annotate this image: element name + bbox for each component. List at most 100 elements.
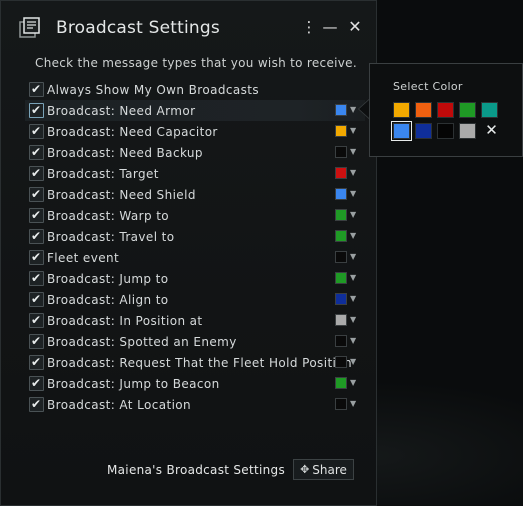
broadcast-checkbox[interactable]: ✔ [29,292,44,307]
checkmark-icon: ✔ [31,124,42,138]
broadcast-checkbox[interactable]: ✔ [29,397,44,412]
color-swatch [335,377,347,389]
broadcast-checkbox[interactable]: ✔ [29,187,44,202]
broadcast-label: Broadcast: Align to [47,292,169,307]
chevron-down-icon: ▼ [350,294,357,303]
color-option[interactable] [393,102,410,118]
share-button[interactable]: ✥ Share [293,459,354,480]
color-dropdown[interactable]: ▼ [335,188,361,201]
broadcast-label: Fleet event [47,250,120,265]
broadcast-label: Broadcast: Need Backup [47,145,203,160]
broadcast-label: Broadcast: Need Capacitor [47,124,218,139]
broadcast-row[interactable]: ✔ Broadcast: Request That the Fleet Hold … [25,352,365,373]
broadcast-row[interactable]: ✔ Broadcast: Jump to Beacon ▼ [25,373,365,394]
color-swatch [335,104,347,116]
checkmark-icon: ✔ [31,166,42,180]
color-option[interactable] [481,102,498,118]
color-option[interactable] [459,102,476,118]
broadcast-label: Broadcast: In Position at [47,313,203,328]
broadcast-row[interactable]: ✔ Broadcast: Target ▼ [25,163,365,184]
chevron-down-icon: ▼ [350,231,357,240]
broadcast-checkbox[interactable]: ✔ [29,355,44,370]
color-option[interactable] [415,123,432,139]
chevron-down-icon: ▼ [350,189,357,198]
broadcast-label: Broadcast: Jump to [47,271,169,286]
settings-name: Maiena's Broadcast Settings [107,463,286,477]
broadcast-label: Broadcast: Need Armor [47,103,196,118]
move-arrows-icon: ✥ [300,463,310,476]
color-dropdown[interactable]: ▼ [335,230,361,243]
color-option[interactable] [437,102,454,118]
color-swatch [335,356,347,368]
broadcast-checkbox[interactable]: ✔ [29,313,44,328]
color-dropdown[interactable]: ▼ [335,335,361,348]
broadcast-checkbox[interactable]: ✔ [29,166,44,181]
broadcast-label: Always Show My Own Broadcasts [47,82,259,97]
title-bar[interactable]: Broadcast Settings ⋮ — ✕ [1,1,378,53]
color-dropdown[interactable]: ▼ [335,209,361,222]
checkmark-icon: ✔ [31,313,42,327]
broadcast-checkbox[interactable]: ✔ [29,250,44,265]
color-dropdown[interactable]: ▼ [335,146,361,159]
picker-pointer [359,100,369,118]
checkmark-icon: ✔ [31,103,42,117]
checkmark-icon: ✔ [31,145,42,159]
broadcast-checkbox[interactable]: ✔ [29,334,44,349]
broadcast-row[interactable]: ✔ Broadcast: Need Shield ▼ [25,184,365,205]
broadcast-row[interactable]: ✔ Broadcast: Need Backup ▼ [25,142,365,163]
checkmark-icon: ✔ [31,82,42,96]
chevron-down-icon: ▼ [350,378,357,387]
color-dropdown[interactable]: ▼ [335,377,361,390]
broadcast-row[interactable]: ✔ Broadcast: Need Capacitor ▼ [25,121,365,142]
broadcast-checkbox[interactable]: ✔ [29,376,44,391]
broadcast-checkbox[interactable]: ✔ [29,271,44,286]
broadcast-checkbox[interactable]: ✔ [29,208,44,223]
checkmark-icon: ✔ [31,208,42,222]
broadcast-checkbox[interactable]: ✔ [29,103,44,118]
color-option[interactable] [415,102,432,118]
broadcast-row[interactable]: ✔ Broadcast: Warp to ▼ [25,205,365,226]
color-option[interactable] [437,123,454,139]
broadcast-checkbox[interactable]: ✔ [29,229,44,244]
clear-color-icon[interactable]: ✕ [483,122,500,138]
chevron-down-icon: ▼ [350,210,357,219]
color-dropdown[interactable]: ▼ [335,251,361,264]
checkmark-icon: ✔ [31,250,42,264]
broadcast-row[interactable]: ✔ Fleet event ▼ [25,247,365,268]
broadcast-checkbox[interactable]: ✔ [29,124,44,139]
broadcast-row[interactable]: ✔ Broadcast: Travel to ▼ [25,226,365,247]
checkmark-icon: ✔ [31,376,42,390]
minimize-icon[interactable]: — [321,17,339,37]
broadcast-row[interactable]: ✔ Broadcast: Align to ▼ [25,289,365,310]
color-swatch [335,314,347,326]
chevron-down-icon: ▼ [350,315,357,324]
checkmark-icon: ✔ [31,187,42,201]
color-option[interactable] [391,121,412,141]
color-dropdown[interactable]: ▼ [335,272,361,285]
color-dropdown[interactable]: ▼ [335,314,361,327]
color-dropdown[interactable]: ▼ [335,398,361,411]
broadcast-row[interactable]: ✔ Broadcast: Spotted an Enemy ▼ [25,331,365,352]
color-dropdown[interactable]: ▼ [335,125,361,138]
broadcast-row[interactable]: ✔ Broadcast: Jump to ▼ [25,268,365,289]
color-swatch [335,335,347,347]
color-swatch [335,398,347,410]
broadcast-row[interactable]: ✔ Broadcast: Need Armor ▼ [25,100,365,121]
chevron-down-icon: ▼ [350,252,357,261]
color-dropdown[interactable]: ▼ [335,293,361,306]
chevron-down-icon: ▼ [350,273,357,282]
more-vertical-icon[interactable]: ⋮ [300,17,318,37]
broadcast-row[interactable]: ✔ Always Show My Own Broadcasts [25,79,365,100]
color-option[interactable] [459,123,476,139]
color-swatch [335,188,347,200]
color-dropdown[interactable]: ▼ [335,167,361,180]
broadcast-checkbox[interactable]: ✔ [29,82,44,97]
broadcast-checkbox[interactable]: ✔ [29,145,44,160]
chevron-down-icon: ▼ [350,357,357,366]
color-swatch [335,167,347,179]
color-dropdown[interactable]: ▼ [335,356,361,369]
close-icon[interactable]: ✕ [346,17,364,37]
broadcast-row[interactable]: ✔ Broadcast: In Position at ▼ [25,310,365,331]
broadcast-row[interactable]: ✔ Broadcast: At Location ▼ [25,394,365,415]
window-title: Broadcast Settings [56,18,220,38]
